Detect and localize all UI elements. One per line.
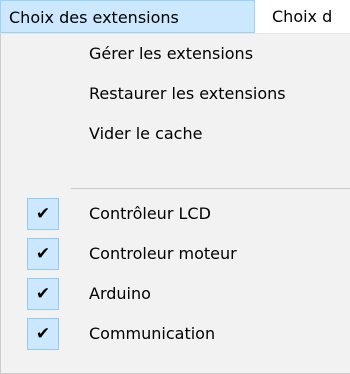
menu-item-label: Arduino [89, 284, 151, 303]
checkmark-icon: ✔ [27, 278, 59, 310]
menu-item-communication[interactable]: ✔ Communication [1, 314, 350, 354]
extensions-dropdown-menu: Gérer les extensions Restaurer les exten… [0, 34, 350, 374]
menu-item-label: Restaurer les extensions [89, 84, 286, 103]
checkmark-icon: ✔ [27, 238, 59, 270]
menu-choix-d[interactable]: Choix d [264, 0, 340, 33]
menu-item-gerer-les-extensions[interactable]: Gérer les extensions [1, 34, 350, 74]
menu-item-label: Vider le cache [89, 124, 203, 143]
checkmark-icon: ✔ [27, 198, 59, 230]
menu-item-arduino[interactable]: ✔ Arduino [1, 274, 350, 314]
menu-choix-des-extensions[interactable]: Choix des extensions [0, 0, 255, 33]
menu-item-label: Gérer les extensions [89, 44, 254, 63]
menu-item-restaurer-les-extensions[interactable]: Restaurer les extensions [1, 74, 350, 114]
menu-item-label: Contrôleur LCD [89, 204, 211, 223]
menu-bar: Choix des extensions Choix d [0, 0, 350, 34]
menu-separator [71, 188, 350, 189]
menu-item-label: Controleur moteur [89, 244, 237, 263]
menu-item-label: Communication [89, 324, 216, 343]
menu-item-vider-le-cache[interactable]: Vider le cache [1, 114, 350, 154]
checkmark-icon: ✔ [27, 318, 59, 350]
menu-item-controleur-moteur[interactable]: ✔ Controleur moteur [1, 234, 350, 274]
menu-item-controleur-lcd[interactable]: ✔ Contrôleur LCD [1, 194, 350, 234]
